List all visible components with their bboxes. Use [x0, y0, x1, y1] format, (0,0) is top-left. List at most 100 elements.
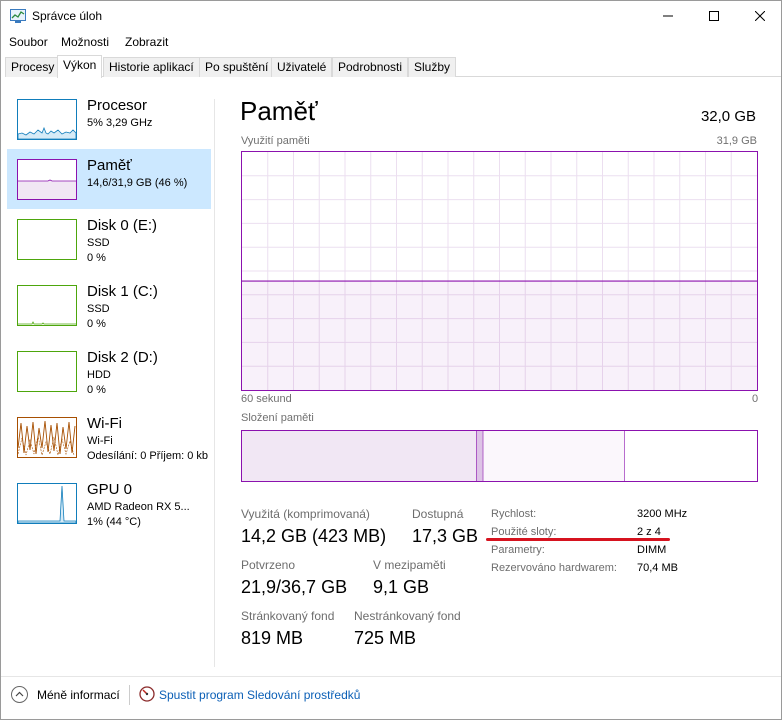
task-manager-icon	[10, 9, 26, 23]
usage-chart-max: 31,9 GB	[716, 135, 757, 147]
time-axis-zero: 0	[752, 393, 759, 405]
close-icon	[755, 11, 765, 21]
sidebar-item-name: Procesor	[87, 97, 148, 114]
sidebar-item-cpu[interactable]: Procesor 5% 3,29 GHz	[7, 89, 211, 149]
sidebar-item-usage: 0 %	[87, 384, 106, 396]
tab-strip: Procesy Výkon Historie aplikací Po spušt…	[5, 55, 781, 78]
committed-value: 21,9/36,7 GB	[241, 577, 348, 597]
sidebar-item-adapter: Wi-Fi	[87, 435, 113, 447]
tab-details[interactable]: Podrobnosti	[332, 57, 409, 77]
speed-value: 3200 MHz	[637, 508, 688, 520]
speed-label: Rychlost:	[491, 508, 537, 520]
sidebar-item-usage: 0 %	[87, 318, 106, 330]
tab-startup[interactable]: Po spuštění	[199, 57, 275, 77]
sidebar-item-name: Disk 1 (C:)	[87, 283, 158, 300]
menu-options[interactable]: Možnosti	[61, 35, 109, 49]
form-factor-label: Parametry:	[491, 544, 545, 556]
sidebar-item-type: HDD	[87, 369, 111, 381]
close-button[interactable]	[737, 1, 782, 31]
sidebar-item-name: Wi-Fi	[87, 415, 122, 432]
in-use-value: 14,2 GB (423 MB)	[241, 526, 387, 546]
memory-usage-chart	[241, 151, 758, 391]
memory-composition-chart	[241, 430, 758, 482]
composition-segment-free[interactable]	[624, 431, 757, 481]
gpu-thumbnail-graph	[17, 483, 77, 524]
minimize-button[interactable]	[645, 1, 691, 31]
maximize-icon	[709, 11, 719, 21]
wifi-thumbnail-graph	[17, 417, 77, 458]
tab-app-history[interactable]: Historie aplikací	[103, 57, 200, 77]
cached-label: V mezipaměti	[373, 558, 446, 572]
sidebar-item-usage: 1% (44 °C)	[87, 516, 141, 528]
memory-usage-plot	[241, 152, 758, 390]
menu-view[interactable]: Zobrazit	[125, 35, 168, 49]
hardware-reserved-label: Rezervováno hardwarem:	[491, 562, 617, 574]
sidebar-divider	[214, 99, 215, 667]
task-manager-window: Správce úloh Soubor Možnosti Zobrazit Pr…	[0, 0, 782, 720]
slots-used-label: Použité sloty:	[491, 526, 557, 538]
highlight-underline	[486, 538, 670, 541]
title-bar[interactable]: Správce úloh	[1, 1, 781, 31]
sidebar-item-disk1[interactable]: Disk 1 (C:) SSD 0 %	[7, 275, 211, 335]
resource-sidebar: Procesor 5% 3,29 GHz Paměť 14,6/31,9 GB …	[5, 87, 213, 667]
minimize-icon	[663, 15, 673, 17]
resource-monitor-icon	[139, 686, 155, 702]
footer-divider	[129, 685, 130, 705]
page-title: Paměť	[240, 96, 318, 126]
tab-performance[interactable]: Výkon	[57, 55, 103, 78]
hardware-reserved-value: 70,4 MB	[637, 562, 678, 574]
sidebar-item-name: Paměť	[87, 157, 132, 174]
sidebar-item-name: Disk 0 (E:)	[87, 217, 158, 234]
sidebar-item-throughput: Odesílání: 0 Příjem: 0 kb	[87, 450, 209, 462]
committed-label: Potvrzeno	[241, 558, 296, 572]
paged-pool-label: Stránkovaný fond	[241, 609, 335, 623]
sidebar-item-type: SSD	[87, 237, 110, 249]
disk1-thumbnail-graph	[17, 285, 77, 326]
chevron-up-icon[interactable]	[11, 686, 28, 703]
menu-bar: Soubor Možnosti Zobrazit	[1, 32, 781, 52]
sidebar-item-detail: 14,6/31,9 GB (46 %)	[87, 177, 188, 189]
in-use-label: Využitá (komprimovaná)	[241, 507, 370, 521]
cpu-thumbnail-graph	[17, 99, 77, 140]
open-resource-monitor-link[interactable]: Spustit program Sledování prostředků	[159, 688, 360, 702]
sidebar-item-usage: 0 %	[87, 252, 106, 264]
nonpaged-pool-value: 725 MB	[354, 628, 417, 648]
footer-bar: Méně informací Spustit program Sledování…	[1, 676, 781, 719]
window-title: Správce úloh	[32, 9, 103, 23]
usage-chart-label: Využití paměti	[241, 135, 310, 147]
composition-segment-standby[interactable]	[483, 431, 625, 481]
composition-segment-in-use[interactable]	[242, 431, 477, 481]
tab-processes[interactable]: Procesy	[5, 57, 61, 77]
form-factor-value: DIMM	[637, 544, 667, 556]
menu-file[interactable]: Soubor	[9, 35, 48, 49]
sidebar-item-disk0[interactable]: Disk 0 (E:) SSD 0 %	[7, 209, 211, 269]
cached-value: 9,1 GB	[373, 577, 430, 597]
available-value: 17,3 GB	[412, 526, 479, 546]
sidebar-item-name: Disk 2 (D:)	[87, 349, 158, 366]
disk2-thumbnail-graph	[17, 351, 77, 392]
paged-pool-value: 819 MB	[241, 628, 304, 648]
memory-thumbnail-graph	[17, 159, 77, 200]
sidebar-item-gpu[interactable]: GPU 0 AMD Radeon RX 5... 1% (44 °C)	[7, 473, 211, 533]
available-label: Dostupná	[412, 507, 464, 521]
sidebar-item-disk2[interactable]: Disk 2 (D:) HDD 0 %	[7, 341, 211, 401]
composition-chart-label: Složení paměti	[241, 412, 314, 424]
tab-users[interactable]: Uživatelé	[271, 57, 333, 77]
fewer-details-button[interactable]: Méně informací	[37, 688, 120, 702]
sidebar-item-model: AMD Radeon RX 5...	[87, 501, 190, 513]
time-axis-label: 60 sekund	[241, 393, 292, 405]
disk0-thumbnail-graph	[17, 219, 77, 260]
total-memory: 32,0 GB	[700, 108, 756, 125]
sidebar-item-detail: 5% 3,29 GHz	[87, 117, 153, 129]
sidebar-item-memory[interactable]: Paměť 14,6/31,9 GB (46 %)	[7, 149, 211, 209]
slots-used-value: 2 z 4	[637, 526, 661, 538]
tab-services[interactable]: Služby	[408, 57, 457, 77]
sidebar-item-type: SSD	[87, 303, 110, 315]
sidebar-item-wifi[interactable]: Wi-Fi Wi-Fi Odesílání: 0 Příjem: 0 kb	[7, 407, 211, 467]
maximize-button[interactable]	[691, 1, 737, 31]
sidebar-item-name: GPU 0	[87, 481, 133, 498]
nonpaged-pool-label: Nestránkovaný fond	[354, 609, 461, 623]
usage-area	[242, 281, 757, 390]
composition-segment-modified[interactable]	[476, 431, 484, 481]
memory-composition-bar	[242, 431, 757, 481]
